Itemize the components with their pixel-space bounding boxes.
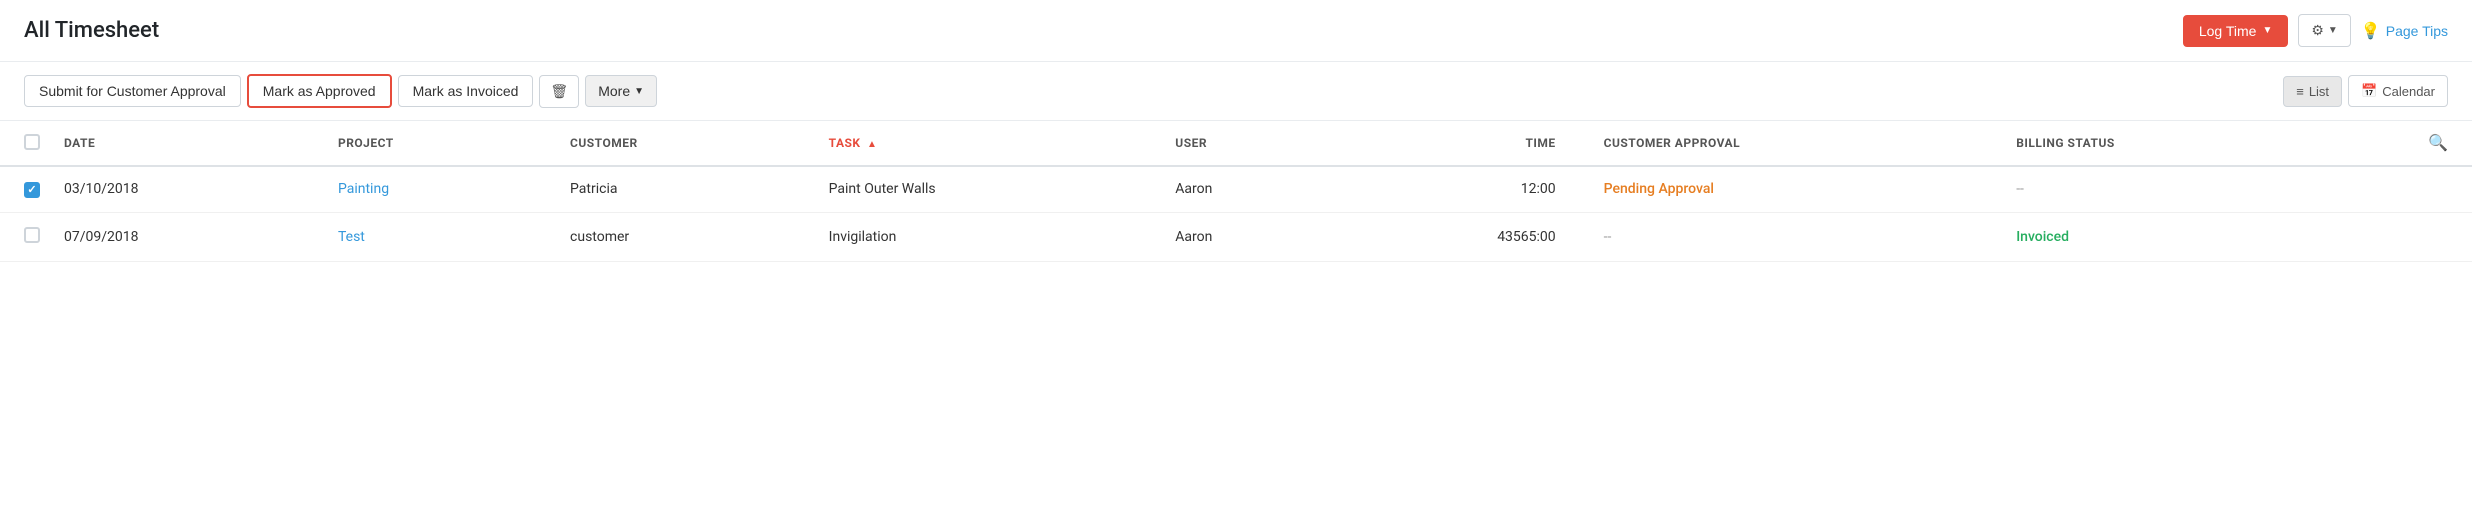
row-customer: customer	[546, 212, 805, 261]
row-date: 07/09/2018	[40, 212, 314, 261]
mark-invoiced-button[interactable]: Mark as Invoiced	[398, 75, 534, 107]
log-time-caret-icon: ▼	[2262, 25, 2272, 36]
delete-button[interactable]: 🗑	[539, 75, 579, 108]
task-sort-icon: ▲	[867, 139, 877, 150]
row-user: Aaron	[1151, 166, 1341, 212]
bulb-icon: 💡	[2361, 21, 2381, 41]
select-all-checkbox[interactable]	[24, 134, 40, 150]
row-time: 12:00	[1342, 166, 1580, 212]
row-project[interactable]: Painting	[314, 166, 546, 212]
toolbar-left: Submit for Customer Approval Mark as App…	[24, 74, 657, 108]
row-customer-approval: --	[1580, 212, 1993, 261]
table-row: 03/10/2018 Painting PatriciaPaint Outer Wa…	[0, 166, 2472, 212]
row-task: Invigilation	[805, 212, 1152, 261]
list-view-button[interactable]: ≡ List	[2283, 76, 2342, 107]
col-header-search: 🔍	[2320, 121, 2472, 166]
col-header-customer: CUSTOMER	[546, 121, 805, 166]
submit-approval-button[interactable]: Submit for Customer Approval	[24, 75, 241, 107]
row-customer-approval: Pending Approval	[1580, 166, 1993, 212]
row-search-col	[2320, 212, 2472, 261]
col-header-billing-status: BILLING STATUS	[1992, 121, 2320, 166]
calendar-view-button[interactable]: 📅 Calendar	[2348, 75, 2448, 107]
settings-caret-icon: ▼	[2328, 25, 2338, 36]
row-checkbox-cell	[0, 212, 40, 261]
row-billing-status: --	[1992, 166, 2320, 212]
row-checkbox[interactable]	[24, 227, 40, 243]
gear-icon: ⚙	[2311, 22, 2324, 39]
action-toolbar: Submit for Customer Approval Mark as App…	[0, 62, 2472, 121]
row-search-col	[2320, 166, 2472, 212]
trash-icon: 🗑	[550, 83, 568, 99]
col-header-user: USER	[1151, 121, 1341, 166]
row-project-link[interactable]: Painting	[338, 181, 389, 197]
col-header-project: PROJECT	[314, 121, 546, 166]
select-all-header	[0, 121, 40, 166]
page-title: All Timesheet	[24, 18, 159, 43]
row-time: 43565:00	[1342, 212, 1580, 261]
table-row: 07/09/2018 Test customerInvigilationAaron4…	[0, 212, 2472, 261]
page-tips-button[interactable]: 💡 Page Tips	[2361, 21, 2448, 41]
row-checkbox-cell	[0, 166, 40, 212]
col-header-time: TIME	[1342, 121, 1580, 166]
page-header: All Timesheet Log Time ▼ ⚙ ▼ 💡 Page Tips	[0, 0, 2472, 62]
row-checkbox[interactable]	[24, 182, 40, 198]
calendar-label: Calendar	[2382, 84, 2435, 99]
list-label: List	[2309, 84, 2329, 99]
timesheet-table: DATE PROJECT CUSTOMER TASK ▲ USER TIME C…	[0, 121, 2472, 262]
row-project-link[interactable]: Test	[338, 229, 365, 245]
col-header-customer-approval: CUSTOMER APPROVAL	[1580, 121, 1993, 166]
col-header-task[interactable]: TASK ▲	[805, 121, 1152, 166]
search-button[interactable]: 🔍	[2428, 133, 2448, 153]
more-caret-icon: ▼	[634, 86, 644, 97]
row-project[interactable]: Test	[314, 212, 546, 261]
settings-button[interactable]: ⚙ ▼	[2298, 14, 2350, 47]
mark-approved-button[interactable]: Mark as Approved	[247, 74, 392, 108]
toolbar-right: ≡ List 📅 Calendar	[2283, 75, 2448, 107]
more-label: More	[598, 83, 630, 99]
row-user: Aaron	[1151, 212, 1341, 261]
row-billing-status: Invoiced	[1992, 212, 2320, 261]
table-header-row: DATE PROJECT CUSTOMER TASK ▲ USER TIME C…	[0, 121, 2472, 166]
log-time-label: Log Time	[2199, 23, 2257, 39]
header-actions: Log Time ▼ ⚙ ▼ 💡 Page Tips	[2183, 14, 2448, 47]
row-task: Paint Outer Walls	[805, 166, 1152, 212]
col-header-date: DATE	[40, 121, 314, 166]
calendar-icon: 📅	[2361, 83, 2377, 99]
page-tips-label: Page Tips	[2386, 23, 2448, 39]
row-date: 03/10/2018	[40, 166, 314, 212]
log-time-button[interactable]: Log Time ▼	[2183, 15, 2289, 47]
row-customer: Patricia	[546, 166, 805, 212]
list-icon: ≡	[2296, 84, 2304, 99]
more-button[interactable]: More ▼	[585, 75, 657, 107]
